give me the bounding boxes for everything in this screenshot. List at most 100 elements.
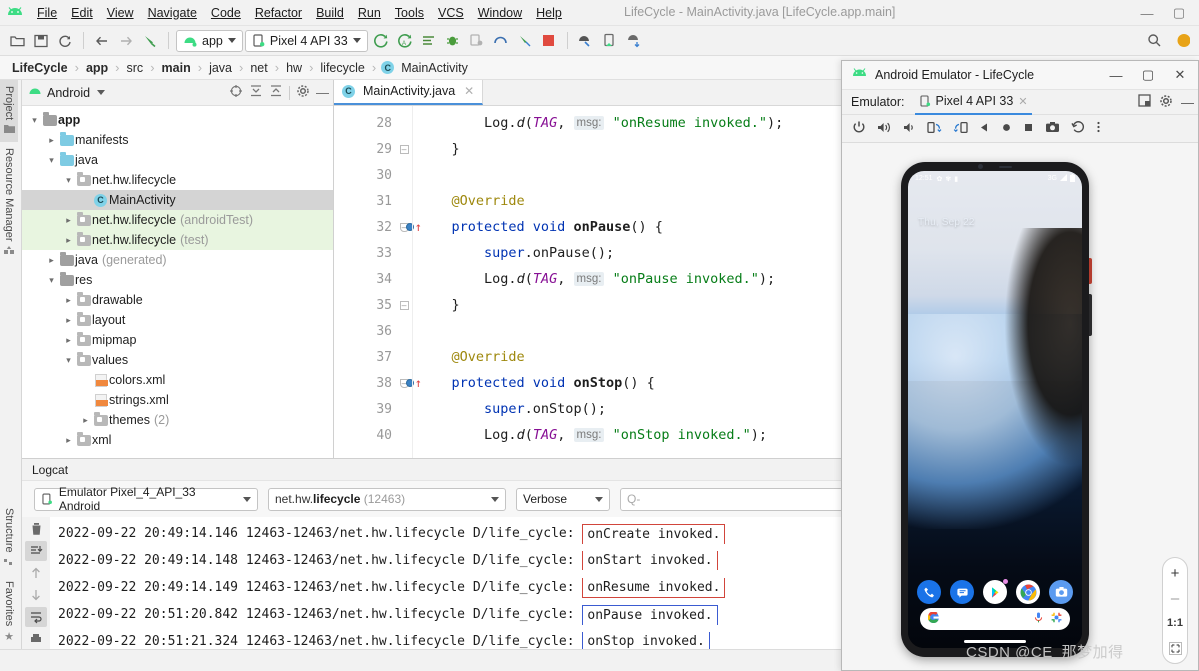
twisty-expanded-icon[interactable]: ▾ bbox=[62, 175, 75, 186]
line-number-gutter[interactable]: 28 29 30 31 32 ↑ 33 34 35 36 37 38 ↑ 39 40 bbox=[334, 106, 422, 480]
tree-node-manifests[interactable]: ▸ manifests bbox=[22, 130, 333, 150]
menu-item-help[interactable]: Help bbox=[529, 4, 569, 22]
fold-collapse-icon[interactable]: – bbox=[399, 144, 409, 154]
breadcrumb-item-main[interactable]: main bbox=[160, 61, 193, 75]
zoom-in-button[interactable]: + bbox=[1165, 565, 1185, 582]
tree-node-net-hw-lifecycle[interactable]: ▸ net.hw.lifecycle (test) bbox=[22, 230, 333, 250]
clear-logcat-icon[interactable] bbox=[25, 519, 47, 539]
menu-item-run[interactable]: Run bbox=[351, 4, 388, 22]
device-selector[interactable]: Pixel 4 API 33 bbox=[244, 29, 368, 52]
google-lens-icon[interactable] bbox=[1051, 612, 1062, 626]
rail-tab-project[interactable]: Project bbox=[0, 80, 18, 143]
window-minimize-button[interactable]: — bbox=[1131, 1, 1163, 25]
logcat-level-selector[interactable]: Verbose bbox=[516, 487, 610, 511]
notification-icon[interactable] bbox=[1171, 30, 1193, 52]
save-icon[interactable] bbox=[30, 30, 52, 52]
back-arrow-icon[interactable] bbox=[91, 30, 113, 52]
avd-manager-icon[interactable] bbox=[575, 30, 597, 52]
fold-marker[interactable]: – bbox=[396, 292, 412, 318]
rail-tab-resource-manager[interactable]: Resource Manager bbox=[0, 142, 18, 264]
overview-icon[interactable] bbox=[1023, 122, 1034, 136]
emulator-close-button[interactable]: ✕ bbox=[1164, 61, 1196, 89]
tree-node-mainactivity[interactable]: C MainActivity bbox=[22, 190, 333, 210]
tree-node-net-hw-lifecycle[interactable]: ▸ net.hw.lifecycle (androidTest) bbox=[22, 210, 333, 230]
logcat-device-selector[interactable]: Emulator Pixel_4_API_33 Android bbox=[34, 485, 258, 513]
menu-item-edit[interactable]: Edit bbox=[64, 4, 100, 22]
tree-node-java[interactable]: ▸ java (generated) bbox=[22, 250, 333, 270]
fold-marker[interactable]: – bbox=[396, 136, 412, 162]
microphone-icon[interactable] bbox=[1034, 612, 1043, 626]
print-icon[interactable] bbox=[25, 629, 47, 649]
twisty-expanded-icon[interactable]: ▾ bbox=[62, 355, 75, 366]
open-folder-icon[interactable] bbox=[6, 30, 28, 52]
emulator-device-tab[interactable]: Pixel 4 API 33 ✕ bbox=[914, 90, 1032, 115]
twisty-collapsed-icon[interactable]: ▸ bbox=[62, 335, 75, 346]
twisty-collapsed-icon[interactable]: ▸ bbox=[62, 215, 75, 226]
build-hammer-icon[interactable] bbox=[139, 30, 161, 52]
phone-screen[interactable]: 12:51 ✿ ✾ ▮ 3G Thu, Sep 22 bbox=[908, 171, 1082, 648]
tree-node-values[interactable]: ▾ values bbox=[22, 350, 333, 370]
debug-run-icon[interactable]: A bbox=[394, 30, 416, 52]
stop-icon[interactable] bbox=[538, 30, 560, 52]
module-selector[interactable]: app bbox=[176, 29, 243, 52]
breadcrumb-item-app[interactable]: app bbox=[84, 61, 110, 75]
twisty-collapsed-icon[interactable]: ▸ bbox=[45, 135, 58, 146]
apply-changes-icon[interactable] bbox=[418, 30, 440, 52]
volume-down-icon[interactable] bbox=[903, 121, 916, 137]
tree-node-themes[interactable]: ▸ themes (2) bbox=[22, 410, 333, 430]
actual-size-button[interactable]: 1:1 bbox=[1165, 615, 1185, 631]
scroll-to-end-icon[interactable] bbox=[25, 541, 47, 561]
menu-item-window[interactable]: Window bbox=[471, 4, 529, 22]
fold-collapse-icon[interactable]: – bbox=[399, 300, 409, 310]
rail-tab-structure[interactable]: Structure bbox=[0, 502, 18, 575]
twisty-collapsed-icon[interactable]: ▸ bbox=[62, 315, 75, 326]
down-arrow-icon[interactable] bbox=[25, 585, 47, 605]
twisty-collapsed-icon[interactable]: ▸ bbox=[62, 295, 75, 306]
menu-item-build[interactable]: Build bbox=[309, 4, 351, 22]
phone-volume-button[interactable] bbox=[1089, 294, 1092, 336]
device-file-explorer-icon[interactable] bbox=[623, 30, 645, 52]
tree-node-res[interactable]: ▾ res bbox=[22, 270, 333, 290]
menu-item-tools[interactable]: Tools bbox=[388, 4, 431, 22]
breadcrumb-item-lifecycle-pkg[interactable]: lifecycle bbox=[318, 61, 366, 75]
rotate-right-icon[interactable] bbox=[953, 121, 968, 137]
project-tree[interactable]: ▾ app ▸ manifests ▾ java ▾ net.hw.lifecycle C Mai… bbox=[22, 106, 333, 480]
logcat-process-selector[interactable]: net.hw.lifecycle (12463) bbox=[268, 487, 506, 511]
close-icon-emu-tab[interactable]: ✕ bbox=[1018, 95, 1027, 108]
screenshot-icon[interactable] bbox=[1045, 121, 1060, 136]
phone-power-button[interactable] bbox=[1089, 258, 1092, 284]
breadcrumb-item-src[interactable]: src bbox=[125, 61, 146, 75]
emulator-minimize-button[interactable]: — bbox=[1100, 61, 1132, 89]
run-icon[interactable] bbox=[370, 30, 392, 52]
twisty-expanded-icon[interactable]: ▾ bbox=[45, 275, 58, 286]
rail-tab-favorites[interactable]: Favorites ★ bbox=[0, 575, 18, 649]
menu-item-refactor[interactable]: Refactor bbox=[248, 4, 309, 22]
tree-node-mipmap[interactable]: ▸ mipmap bbox=[22, 330, 333, 350]
google-search-bar[interactable] bbox=[920, 608, 1070, 630]
menu-item-vcs[interactable]: VCS bbox=[431, 4, 471, 22]
menu-item-file[interactable]: File bbox=[30, 4, 64, 22]
home-icon[interactable] bbox=[1001, 122, 1012, 136]
tree-node-drawable[interactable]: ▸ drawable bbox=[22, 290, 333, 310]
settings-gear-icon[interactable] bbox=[296, 84, 310, 101]
camera-icon[interactable] bbox=[1049, 580, 1073, 604]
menu-item-view[interactable]: View bbox=[100, 4, 141, 22]
window-maximize-button[interactable]: ▢ bbox=[1163, 1, 1195, 25]
select-opened-file-icon[interactable] bbox=[229, 84, 243, 101]
more-icon[interactable] bbox=[1096, 120, 1101, 137]
soft-wrap-icon[interactable] bbox=[25, 607, 47, 627]
twisty-expanded-icon[interactable]: ▾ bbox=[45, 155, 58, 166]
messages-icon[interactable] bbox=[950, 580, 974, 604]
tree-node-xml[interactable]: ▸ xml bbox=[22, 430, 333, 450]
search-icon[interactable] bbox=[1143, 30, 1165, 52]
breadcrumb-item-java[interactable]: java bbox=[207, 61, 234, 75]
power-icon[interactable] bbox=[852, 120, 866, 137]
phone-icon[interactable] bbox=[917, 580, 941, 604]
emulator-maximize-button[interactable]: ▢ bbox=[1132, 61, 1164, 89]
menu-item-code[interactable]: Code bbox=[204, 4, 248, 22]
expand-all-icon[interactable] bbox=[249, 84, 263, 101]
menu-item-navigate[interactable]: Navigate bbox=[141, 4, 204, 22]
chrome-icon[interactable] bbox=[1016, 580, 1040, 604]
breadcrumb-item-mainactivity[interactable]: MainActivity bbox=[399, 61, 470, 75]
hide-panel-icon[interactable]: — bbox=[316, 85, 329, 100]
